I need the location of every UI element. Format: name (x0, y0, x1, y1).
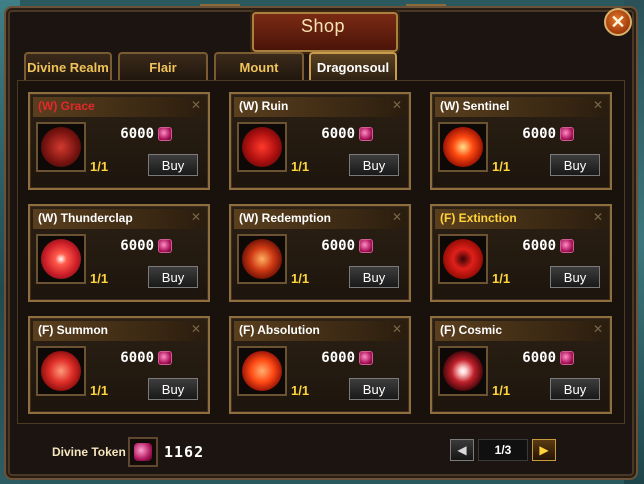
divine-token-icon (158, 127, 172, 141)
tab-flair[interactable]: Flair (118, 52, 208, 80)
divine-token-icon (158, 351, 172, 365)
buy-button[interactable]: Buy (349, 378, 399, 400)
next-page-button[interactable]: ▶ (532, 439, 556, 461)
item-quantity: 1/1 (291, 383, 310, 398)
item-quantity: 1/1 (90, 383, 109, 398)
item-price: 6000 (522, 238, 556, 254)
prev-page-button[interactable]: ◀ (450, 439, 474, 461)
item-card: (F) Cosmic ✕ 6000 1/1 Buy (430, 316, 612, 414)
item-quantity: 1/1 (492, 271, 511, 286)
tab-mount[interactable]: Mount (214, 52, 304, 80)
item-name: (F) Extinction (440, 211, 517, 225)
title-ornament-left (200, 4, 240, 16)
buy-button[interactable]: Buy (148, 266, 198, 288)
item-name: (W) Sentinel (440, 99, 510, 113)
item-price: 6000 (321, 126, 355, 142)
item-name: (W) Grace (38, 99, 95, 113)
ruin-orb-icon[interactable] (237, 122, 287, 172)
header-ornament-icon: ✕ (190, 210, 201, 224)
item-name: (F) Cosmic (440, 323, 503, 337)
window-title: Shop (300, 16, 346, 36)
divine-token-value: 1162 (164, 443, 205, 461)
item-card: (F) Absolution ✕ 6000 1/1 Buy (229, 316, 411, 414)
item-name: (F) Summon (38, 323, 108, 337)
item-card: (F) Summon ✕ 6000 1/1 Buy (28, 316, 210, 414)
summon-orb-icon[interactable] (36, 346, 86, 396)
item-price: 6000 (522, 350, 556, 366)
item-name: (W) Redemption (239, 211, 331, 225)
divine-token-icon (560, 239, 574, 253)
divine-token-icon (560, 351, 574, 365)
header-ornament-icon: ✕ (391, 98, 402, 112)
tab-dragonsoul[interactable]: Dragonsoul (309, 52, 397, 80)
buy-button[interactable]: Buy (550, 154, 600, 176)
item-quantity: 1/1 (492, 383, 511, 398)
tab-divine-realm[interactable]: Divine Realm (24, 52, 112, 80)
divine-token-icon (560, 127, 574, 141)
cosmic-orb-icon[interactable] (438, 346, 488, 396)
header-ornament-icon: ✕ (190, 322, 201, 336)
thunderclap-orb-icon[interactable] (36, 234, 86, 284)
page-indicator: 1/3 (478, 439, 528, 461)
item-price: 6000 (120, 238, 154, 254)
buy-button[interactable]: Buy (148, 378, 198, 400)
grace-orb-icon[interactable] (36, 122, 86, 172)
divine-token-icon (359, 351, 373, 365)
item-name: (W) Thunderclap (38, 211, 133, 225)
item-card: (W) Redemption ✕ 6000 1/1 Buy (229, 204, 411, 302)
divine-token-icon (359, 127, 373, 141)
divine-token-icon (158, 239, 172, 253)
item-quantity: 1/1 (291, 159, 310, 174)
buy-button[interactable]: Buy (550, 378, 600, 400)
divine-token-icon (128, 437, 158, 467)
divine-token-icon (359, 239, 373, 253)
item-price: 6000 (522, 126, 556, 142)
header-ornament-icon: ✕ (391, 210, 402, 224)
header-ornament-icon: ✕ (592, 210, 603, 224)
buy-button[interactable]: Buy (550, 266, 600, 288)
header-ornament-icon: ✕ (391, 322, 402, 336)
absolution-orb-icon[interactable] (237, 346, 287, 396)
buy-button[interactable]: Buy (148, 154, 198, 176)
sentinel-orb-icon[interactable] (438, 122, 488, 172)
item-quantity: 1/1 (492, 159, 511, 174)
header-ornament-icon: ✕ (592, 322, 603, 336)
item-price: 6000 (120, 126, 154, 142)
redemption-orb-icon[interactable] (237, 234, 287, 284)
header-ornament-icon: ✕ (190, 98, 201, 112)
title-ornament-right (406, 4, 446, 16)
item-name: (W) Ruin (239, 99, 289, 113)
item-quantity: 1/1 (90, 159, 109, 174)
item-name: (F) Absolution (239, 323, 320, 337)
item-quantity: 1/1 (90, 271, 109, 286)
buy-button[interactable]: Buy (349, 154, 399, 176)
close-button[interactable]: ✕ (604, 8, 632, 36)
item-card: (F) Extinction ✕ 6000 1/1 Buy (430, 204, 612, 302)
item-card: (W) Ruin ✕ 6000 1/1 Buy (229, 92, 411, 190)
buy-button[interactable]: Buy (349, 266, 399, 288)
item-price: 6000 (321, 238, 355, 254)
item-price: 6000 (120, 350, 154, 366)
item-card: (W) Sentinel ✕ 6000 1/1 Buy (430, 92, 612, 190)
item-card: (W) Grace ✕ 6000 1/1 Buy (28, 92, 210, 190)
extinction-orb-icon[interactable] (438, 234, 488, 284)
divine-token-label: Divine Token (52, 445, 126, 459)
item-card: (W) Thunderclap ✕ 6000 1/1 Buy (28, 204, 210, 302)
item-price: 6000 (321, 350, 355, 366)
item-quantity: 1/1 (291, 271, 310, 286)
header-ornament-icon: ✕ (592, 98, 603, 112)
